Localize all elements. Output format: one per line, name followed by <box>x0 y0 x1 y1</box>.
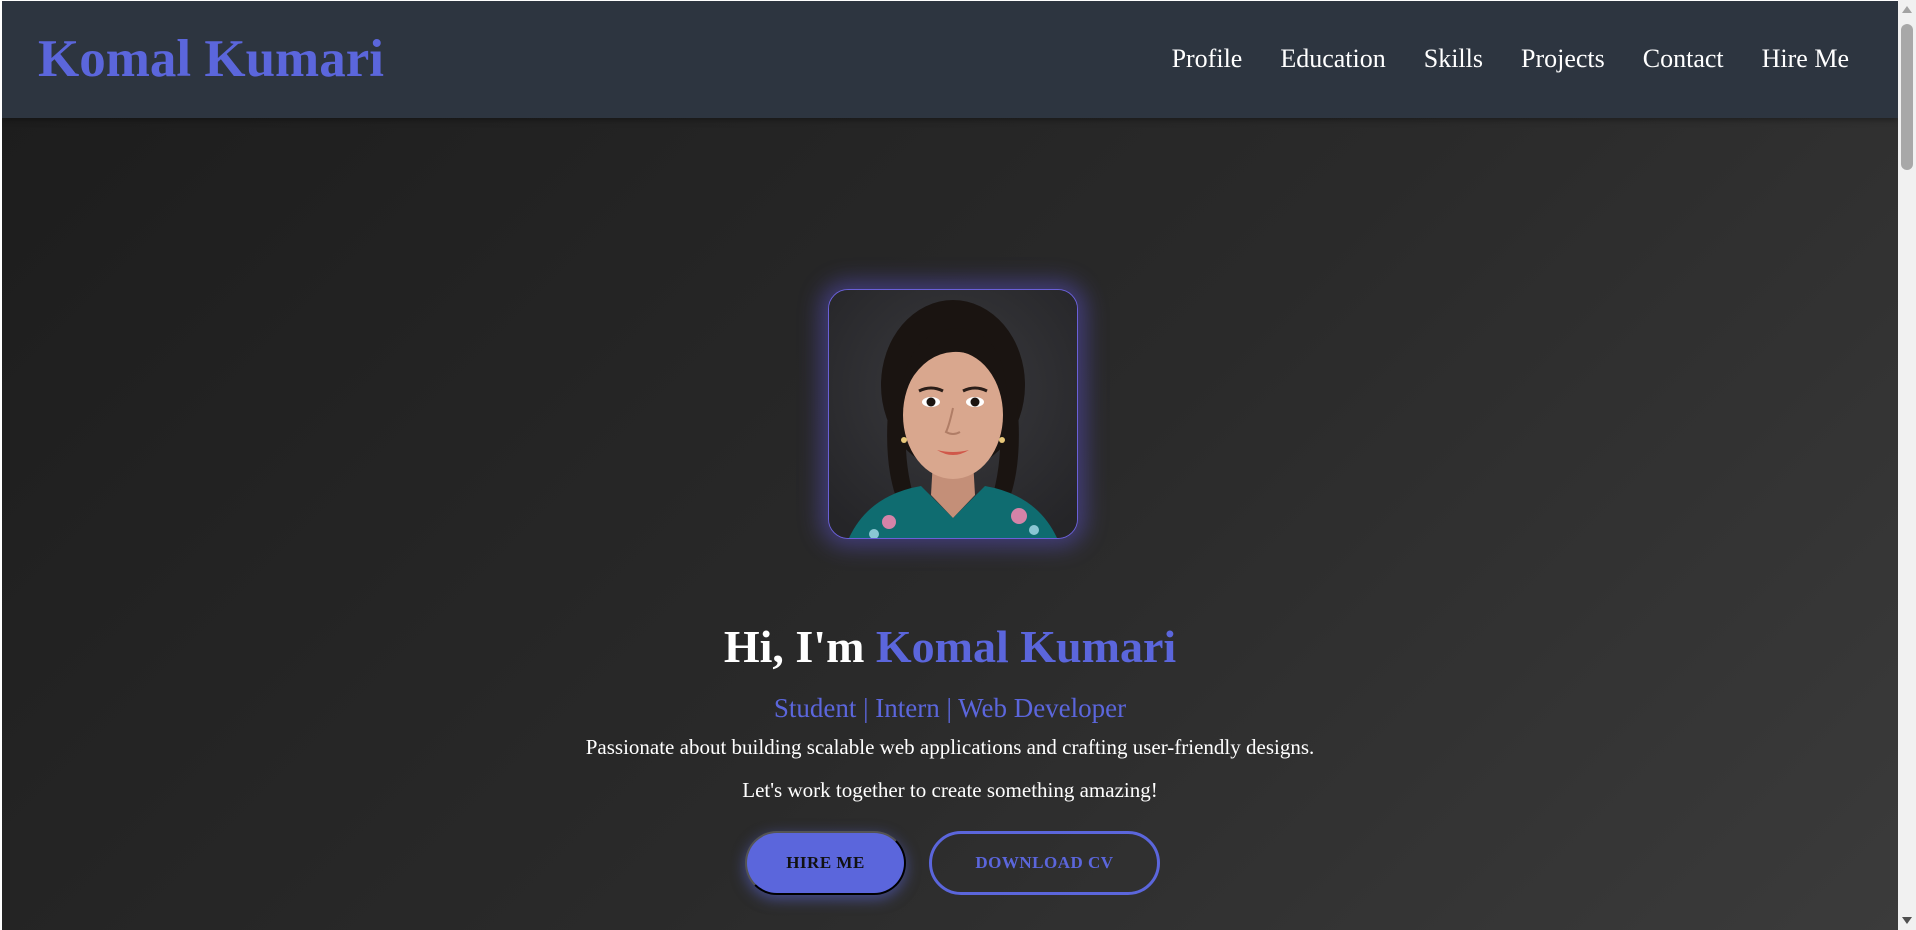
vertical-scrollbar[interactable] <box>1898 0 1916 930</box>
hero-title: Hi, I'm Komal Kumari <box>2 619 1898 675</box>
nav-link-profile[interactable]: Profile <box>1172 41 1243 77</box>
nav-link-education[interactable]: Education <box>1280 41 1385 77</box>
hero-description-line-2: Let's work together to create something … <box>742 778 1158 802</box>
nav-link-contact[interactable]: Contact <box>1643 41 1724 77</box>
download-cv-button[interactable]: DOWNLOAD CV <box>929 831 1160 895</box>
hire-me-button[interactable]: HIRE ME <box>745 831 906 895</box>
main-nav: Profile Education Skills Projects Contac… <box>1172 41 1849 77</box>
hero-description-line-1: Passionate about building scalable web a… <box>585 735 1315 759</box>
triangle-up-icon[interactable] <box>1902 6 1912 13</box>
site-header: Komal Kumari Profile Education Skills Pr… <box>2 1 1898 118</box>
profile-photo-illustration <box>829 290 1077 538</box>
hero-greeting: Hi, I'm <box>723 621 865 672</box>
hero-subtitle: Student | Intern | Web Developer <box>773 693 1127 723</box>
page-viewport: Komal Kumari Profile Education Skills Pr… <box>2 1 1898 930</box>
hero-name: Komal Kumari <box>875 621 1177 672</box>
profile-photo <box>828 289 1078 539</box>
nav-link-skills[interactable]: Skills <box>1424 41 1483 77</box>
nav-link-hire-me[interactable]: Hire Me <box>1762 41 1849 77</box>
nav-link-projects[interactable]: Projects <box>1521 41 1605 77</box>
brand-logo-text[interactable]: Komal Kumari <box>38 27 384 91</box>
scrollbar-thumb[interactable] <box>1901 24 1913 170</box>
triangle-down-icon[interactable] <box>1902 917 1912 924</box>
